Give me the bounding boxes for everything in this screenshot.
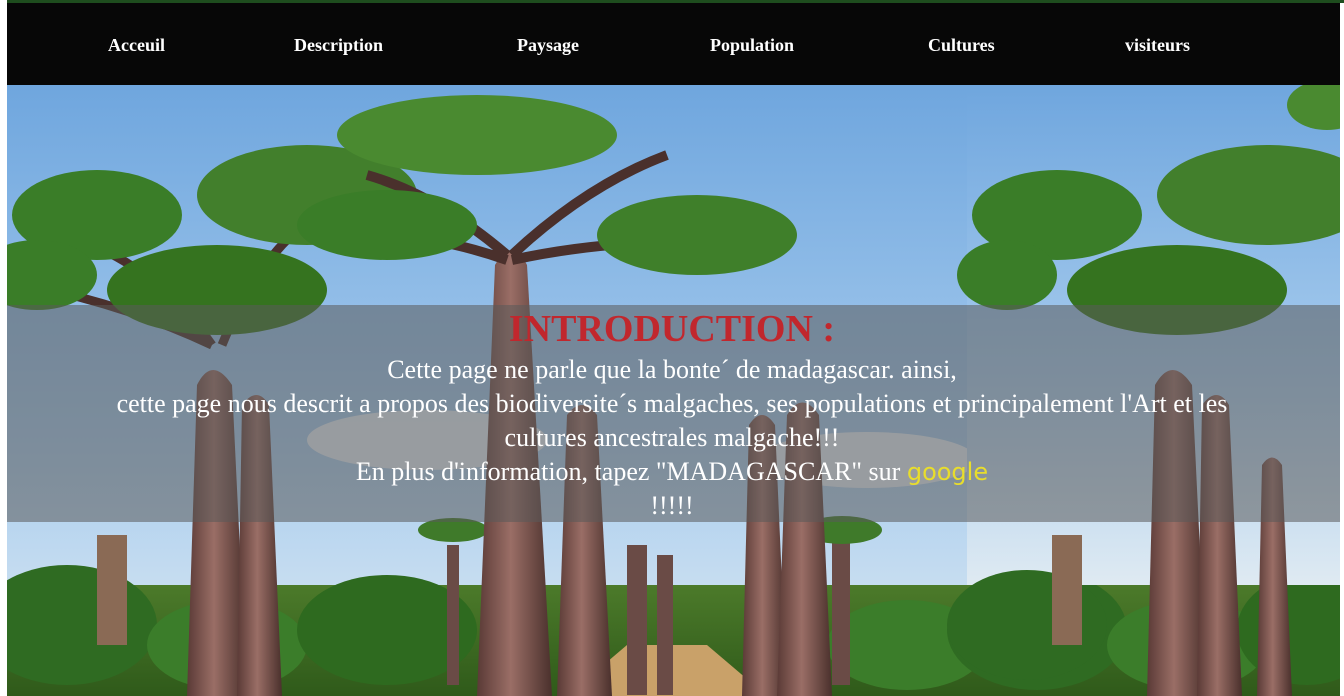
intro-line-1: Cette page ne parle que la bonte´ de mad… [387, 355, 957, 384]
intro-line-4: En plus d'information, tapez "MADAGASCAR… [0, 455, 1344, 489]
nav-link-acceuil[interactable]: Acceuil [108, 35, 165, 56]
intro-paragraph: Cette page ne parle que la bonte´ de mad… [0, 353, 1344, 523]
nav-link-visiteurs[interactable]: visiteurs [1125, 35, 1190, 56]
intro-title: INTRODUCTION : [508, 308, 836, 350]
main-navbar: Acceuil Description Paysage Population C… [7, 3, 1340, 85]
nav-link-population[interactable]: Population [710, 35, 794, 56]
nav-link-paysage[interactable]: Paysage [517, 35, 579, 56]
nav-link-cultures[interactable]: Cultures [928, 35, 995, 56]
intro-line-4-text: En plus d'information, tapez "MADAGASCAR… [355, 457, 901, 486]
nav-link-description[interactable]: Description [294, 35, 383, 56]
intro-line-5: !!!!! [650, 491, 694, 520]
google-link[interactable]: google [907, 458, 988, 486]
intro-line-2: cette page nous descrit a propos des bio… [116, 389, 1228, 418]
intro-line-3: cultures ancestrales malgache!!! [504, 423, 840, 452]
